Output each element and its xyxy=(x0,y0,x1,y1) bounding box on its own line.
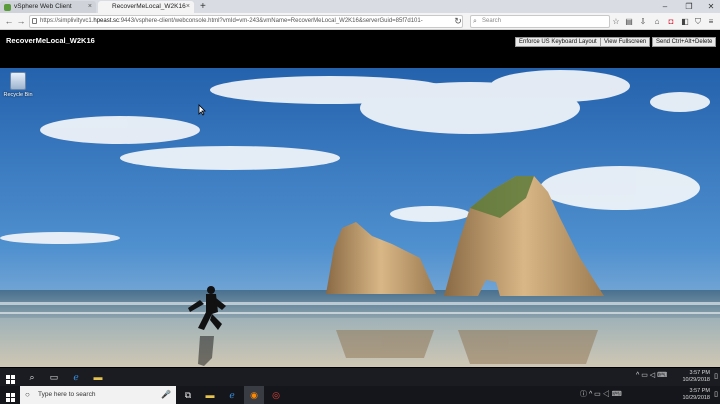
file-explorer-icon[interactable]: ▬ xyxy=(200,386,220,404)
maximize-button[interactable]: ❐ xyxy=(680,0,698,13)
tab-label: RecoverMeLocal_W2K16 xyxy=(112,3,186,10)
host-clock-date: 10/29/2018 xyxy=(682,395,710,401)
search-icon[interactable]: ⌕ xyxy=(22,368,42,386)
vm-title: RecoverMeLocal_W2K16 xyxy=(6,36,95,45)
wallpaper xyxy=(0,68,720,367)
search-box[interactable]: ⌕ Search xyxy=(470,15,610,28)
windows-desktop[interactable] xyxy=(0,68,720,367)
forward-button[interactable]: → xyxy=(15,15,27,28)
host-tray-icons[interactable]: ⓘ ^ ▭ ◁ ⌨ xyxy=(580,391,622,398)
download-icon[interactable]: ⇩ xyxy=(637,15,649,28)
minimize-button[interactable]: – xyxy=(656,0,674,13)
host-search-placeholder: Type here to search xyxy=(38,391,96,398)
windows-logo-icon xyxy=(5,393,15,402)
send-ctrl-alt-delete-button[interactable]: Send Ctrl+Alt+Delete xyxy=(652,37,717,47)
start-button[interactable] xyxy=(0,368,20,386)
home-icon[interactable]: ⌂ xyxy=(651,15,663,28)
vm-clock-time: 3:57 PM xyxy=(689,370,710,376)
extension-icon[interactable]: ◧ xyxy=(679,15,691,28)
url-host: hpeast.sc xyxy=(93,18,120,24)
host-search-box[interactable]: ○ Type here to search 🎤 xyxy=(20,386,176,404)
host-clock[interactable]: 3:57 PM 10/29/2018 xyxy=(656,388,710,402)
file-explorer-icon[interactable]: ▬ xyxy=(88,368,108,386)
host-clock-time: 3:57 PM xyxy=(689,388,710,394)
lock-icon xyxy=(32,18,37,24)
host-notification-icon[interactable]: ▯ xyxy=(712,386,720,404)
browser-tab-strip: vSphere Web Client × RecoverMeLocal_W2K1… xyxy=(0,0,720,13)
internet-explorer-icon[interactable]: ℯ xyxy=(66,368,86,386)
new-tab-button[interactable]: + xyxy=(200,0,206,13)
pocket-icon[interactable]: ◘ xyxy=(665,15,677,28)
back-button[interactable]: ← xyxy=(3,15,15,28)
chrome-icon[interactable]: ◎ xyxy=(266,386,286,404)
menu-icon[interactable]: ≡ xyxy=(705,15,717,28)
edge-icon[interactable]: ℯ xyxy=(222,386,242,404)
firefox-icon[interactable]: ◉ xyxy=(244,386,264,404)
reload-icon[interactable]: ↻ xyxy=(452,15,464,28)
reading-list-icon[interactable]: ▤ xyxy=(623,15,635,28)
close-window-button[interactable]: ✕ xyxy=(702,0,720,13)
tab-close-icon[interactable]: × xyxy=(186,1,190,13)
search-icon: ⌕ xyxy=(473,18,477,25)
host-start-button[interactable] xyxy=(0,386,20,404)
recycle-bin-shortcut[interactable]: Recycle Bin xyxy=(3,72,33,98)
vsphere-favicon-icon xyxy=(4,4,11,11)
vm-taskbar: ⌕ ▭ ℯ ▬ ^ ▭ ◁ ⌨ 3:57 PM 10/29/2018 ▯ xyxy=(0,368,720,386)
recycle-bin-label: Recycle Bin xyxy=(3,92,33,98)
windows-logo-icon xyxy=(5,375,15,384)
notification-icon[interactable]: ▯ xyxy=(712,368,720,386)
star-icon[interactable]: ☆ xyxy=(610,15,622,28)
shield-icon[interactable]: ⛉ xyxy=(692,15,704,28)
task-view-icon[interactable]: ⧉ xyxy=(178,386,198,404)
mouse-cursor-icon xyxy=(198,104,206,116)
address-bar[interactable]: https://simplivityvc1.hpeast.sc:9443/vsp… xyxy=(29,15,463,28)
recycle-bin-icon xyxy=(10,72,26,90)
enforce-keyboard-button[interactable]: Enforce US Keyboard Layout xyxy=(515,37,601,47)
tab-vsphere-web-client[interactable]: vSphere Web Client × xyxy=(0,1,96,13)
tab-close-icon[interactable]: × xyxy=(88,1,92,13)
vm-clock-date: 10/29/2018 xyxy=(682,377,710,383)
view-fullscreen-button[interactable]: View Fullscreen xyxy=(600,37,651,47)
tab-label: vSphere Web Client xyxy=(14,3,72,10)
host-taskbar: ○ Type here to search 🎤 ⧉ ▬ ℯ ◉ ◎ ⓘ ^ ▭ … xyxy=(0,386,720,404)
search-icon: ○ xyxy=(25,390,30,399)
search-placeholder: Search xyxy=(482,18,502,24)
url-rest: :9443/vsphere-client/webconsole.html?vmI… xyxy=(119,18,423,24)
tab-recovermelocal[interactable]: RecoverMeLocal_W2K16 × xyxy=(98,1,194,13)
task-view-icon[interactable]: ▭ xyxy=(44,368,64,386)
vm-clock[interactable]: 3:57 PM 10/29/2018 xyxy=(660,370,710,384)
microphone-icon[interactable]: 🎤 xyxy=(161,386,171,404)
url-prefix: https://simplivityvc1. xyxy=(40,18,94,24)
